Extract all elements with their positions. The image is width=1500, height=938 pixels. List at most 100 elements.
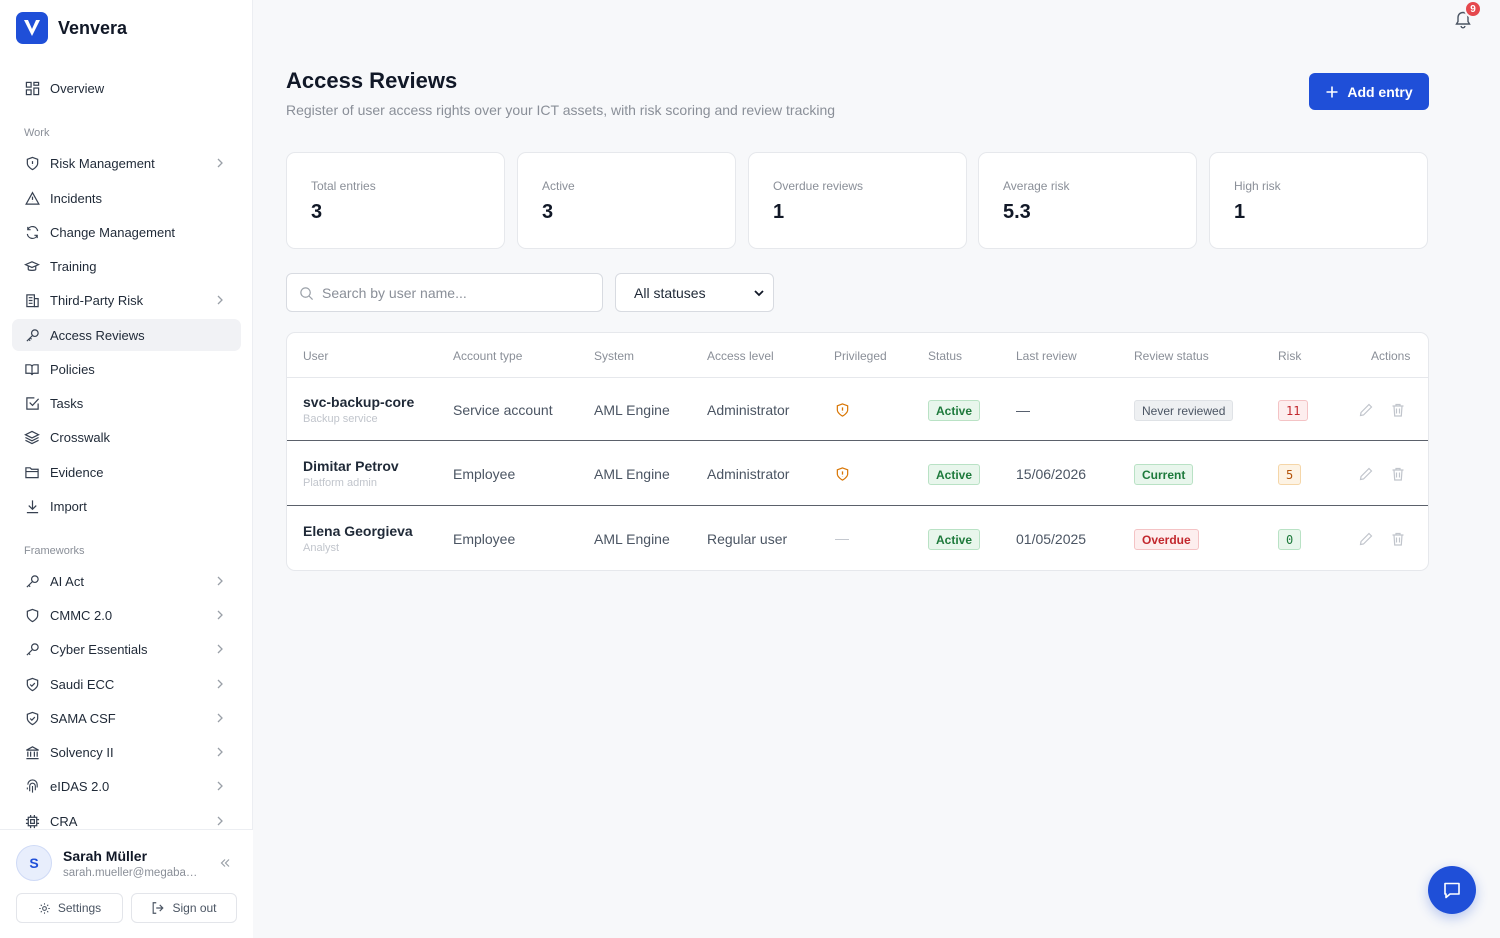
book-icon [24, 361, 40, 377]
avatar[interactable]: S [16, 845, 52, 881]
column-header: Status [928, 349, 963, 363]
privileged-shield-icon [836, 403, 849, 417]
search-box [286, 273, 603, 312]
trash-icon[interactable] [1390, 402, 1406, 418]
stat-card-average-risk: Average risk 5.3 [978, 152, 1197, 249]
chevron-down-icon [754, 290, 764, 297]
stat-card-total: Total entries 3 [286, 152, 505, 249]
sidebar-item-tasks[interactable]: Tasks [12, 387, 241, 419]
edit-icon[interactable] [1358, 402, 1374, 418]
grid-icon [24, 80, 40, 96]
sidebar-item-overview[interactable]: Overview [12, 72, 241, 104]
sidebar-item-evidence[interactable]: Evidence [12, 456, 241, 488]
layers-icon [24, 429, 40, 445]
stat-label: Total entries [311, 179, 376, 193]
stat-value: 1 [773, 201, 785, 223]
settings-button[interactable]: Settings [16, 893, 123, 923]
stat-value: 3 [542, 201, 554, 223]
column-header: User [303, 349, 329, 363]
column-header: Actions [1371, 349, 1411, 363]
sidebar: Venvera Overview Work Risk Management In… [0, 0, 253, 938]
add-entry-button[interactable]: Add entry [1309, 73, 1429, 110]
collapse-sidebar-icon[interactable] [218, 856, 232, 870]
column-header: Privileged [834, 349, 887, 363]
edit-icon[interactable] [1358, 531, 1374, 547]
sidebar-item-access-reviews[interactable]: Access Reviews [12, 319, 241, 351]
sidebar-item-third-party-risk[interactable]: Third-Party Risk [12, 284, 241, 316]
user-email: sarah.mueller@megabank.com [63, 867, 203, 879]
edit-icon[interactable] [1358, 466, 1374, 482]
access-level-cell: Administrator [707, 402, 790, 418]
sidebar-item-cmmc[interactable]: CMMC 2.0 [12, 599, 241, 631]
sidebar-item-crosswalk[interactable]: Crosswalk [12, 421, 241, 453]
stat-label: Average risk [1003, 179, 1070, 193]
chevron-right-icon [217, 576, 223, 586]
user-name: Sarah Müller [63, 848, 148, 864]
review-status-badge: Never reviewed [1134, 400, 1234, 421]
sidebar-item-cyber-essentials[interactable]: Cyber Essentials [12, 633, 241, 665]
shield-check-icon [24, 710, 40, 726]
chevron-right-icon [217, 158, 223, 168]
sidebar-item-label: SAMA CSF [50, 710, 116, 726]
key-icon [24, 573, 40, 589]
warning-icon [24, 190, 40, 206]
page-title: Access Reviews [286, 68, 458, 93]
risk-score-badge: 5 [1278, 464, 1302, 485]
user-subtitle-cell: Backup service [303, 413, 378, 425]
account-type-cell: Employee [453, 531, 516, 547]
stat-value: 5.3 [1003, 201, 1031, 223]
sidebar-item-import[interactable]: Import [12, 490, 241, 522]
sidebar-item-label: Change Management [50, 224, 176, 240]
sidebar-item-label: Cyber Essentials [50, 641, 148, 657]
trash-icon[interactable] [1390, 466, 1406, 482]
sidebar-item-label: Saudi ECC [50, 676, 115, 692]
sidebar-item-label: Solvency II [50, 744, 114, 760]
risk-score-badge: 11 [1278, 400, 1309, 421]
section-label-frameworks: Frameworks [24, 545, 85, 557]
user-name-cell: Dimitar Petrov [303, 458, 399, 474]
privileged-empty-cell: — [835, 530, 849, 546]
stat-label: Active [542, 179, 575, 193]
sidebar-item-incidents[interactable]: Incidents [12, 182, 241, 214]
table-row[interactable]: svc-backup-core Backup service Service a… [287, 377, 1428, 441]
add-entry-label: Add entry [1347, 83, 1413, 100]
settings-label: Settings [57, 901, 102, 915]
sidebar-item-training[interactable]: Training [12, 250, 241, 282]
trash-icon[interactable] [1390, 531, 1406, 547]
key-icon [24, 641, 40, 657]
review-status-badge: Overdue [1134, 529, 1199, 550]
chevron-right-icon [217, 747, 223, 757]
review-status-badge: Current [1134, 464, 1194, 485]
account-type-cell: Employee [453, 466, 516, 482]
sidebar-item-label: Incidents [50, 190, 103, 206]
sidebar-item-label: Crosswalk [50, 429, 110, 445]
sidebar-item-policies[interactable]: Policies [12, 353, 241, 385]
sidebar-item-ai-act[interactable]: AI Act [12, 565, 241, 597]
status-badge: Active [928, 400, 981, 421]
sidebar-item-saudi-ecc[interactable]: Saudi ECC [12, 668, 241, 700]
chevron-right-icon [217, 610, 223, 620]
sidebar-item-sama-csf[interactable]: SAMA CSF [12, 702, 241, 734]
table-row[interactable]: Elena Georgieva Analyst Employee AML Eng… [287, 507, 1428, 570]
chat-support-button[interactable] [1428, 866, 1476, 914]
shield-check-icon [24, 676, 40, 692]
status-filter-select[interactable]: All statuses [615, 273, 774, 312]
sidebar-item-eidas[interactable]: eIDAS 2.0 [12, 770, 241, 802]
sidebar-item-solvency-ii[interactable]: Solvency II [12, 736, 241, 768]
column-header: Review status [1134, 349, 1209, 363]
stat-value: 3 [311, 201, 323, 223]
sidebar-item-change-management[interactable]: Change Management [12, 216, 241, 248]
sign-out-button[interactable]: Sign out [131, 893, 237, 923]
stat-card-overdue: Overdue reviews 1 [748, 152, 967, 249]
checkbox-icon [24, 395, 40, 411]
sidebar-item-label: Tasks [50, 395, 84, 411]
brand[interactable]: Venvera [16, 12, 127, 44]
table-row[interactable]: Dimitar Petrov Platform admin Employee A… [287, 442, 1428, 506]
main-content: 9 Access Reviews Register of user access… [253, 0, 1500, 938]
chevron-right-icon [217, 713, 223, 723]
shield-icon [24, 607, 40, 623]
chat-icon [1444, 882, 1460, 899]
sign-out-icon [153, 902, 165, 914]
search-input[interactable] [322, 274, 592, 311]
sidebar-item-risk-management[interactable]: Risk Management [12, 147, 241, 179]
